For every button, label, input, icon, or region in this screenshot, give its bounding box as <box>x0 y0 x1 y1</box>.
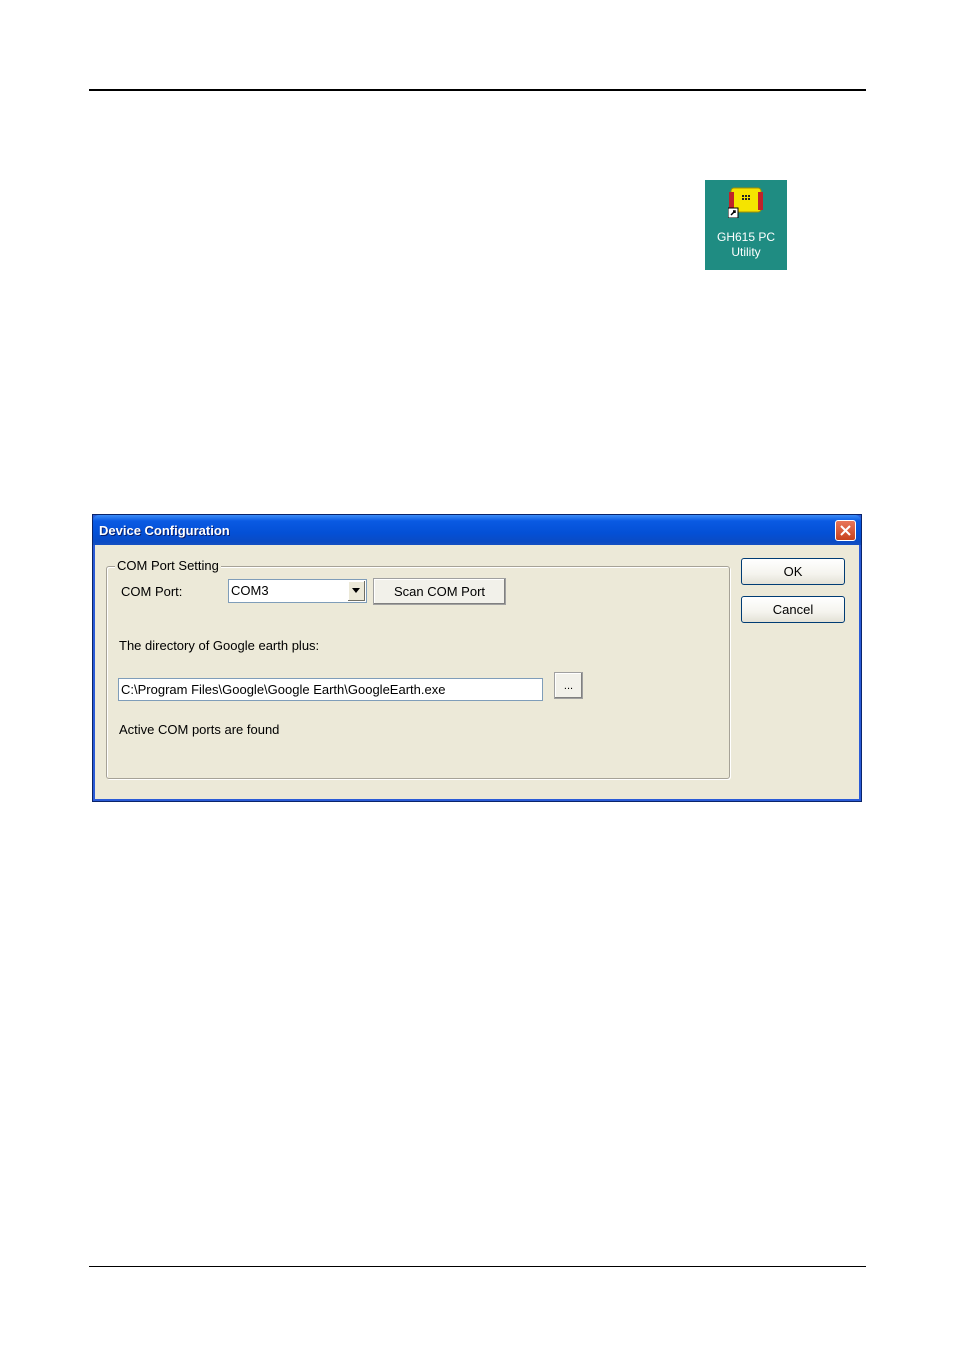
com-port-dropdown-button[interactable] <box>347 581 365 601</box>
com-port-select[interactable]: COM3 <box>228 579 367 603</box>
header-rule <box>89 89 866 91</box>
ok-button[interactable]: OK <box>741 558 845 585</box>
google-earth-path-input[interactable]: C:\Program Files\Google\Google Earth\Goo… <box>118 678 543 701</box>
desktop-shortcut-label-line2: Utility <box>731 245 761 259</box>
com-port-select-value: COM3 <box>231 583 269 598</box>
gps-device-shortcut-icon <box>728 187 763 218</box>
google-earth-path-value: C:\Program Files\Google\Google Earth\Goo… <box>121 682 446 697</box>
desktop-shortcut-label: GH615 PC Utility <box>705 230 787 260</box>
close-button[interactable] <box>835 520 856 541</box>
desktop-shortcut-label-line1: GH615 PC <box>716 230 776 244</box>
dialog-title-bar[interactable]: Device Configuration <box>93 515 861 545</box>
cancel-button[interactable]: Cancel <box>741 596 845 623</box>
device-configuration-dialog: Device Configuration COM Port Setting CO… <box>92 514 862 802</box>
footer-rule <box>89 1266 866 1267</box>
chevron-down-icon <box>352 588 360 593</box>
browse-button[interactable]: ... <box>554 672 583 699</box>
status-text: Active COM ports are found <box>119 722 280 737</box>
desktop-shortcut[interactable]: GH615 PC Utility <box>705 180 787 270</box>
dialog-client-area: COM Port Setting COM Port: COM3 Scan COM… <box>96 545 858 799</box>
google-earth-directory-label: The directory of Google earth plus: <box>119 638 320 653</box>
close-icon <box>840 525 851 536</box>
dialog-title: Device Configuration <box>99 523 230 538</box>
scan-com-port-button[interactable]: Scan COM Port <box>373 578 506 605</box>
com-port-label: COM Port: <box>121 584 183 599</box>
com-port-setting-group-title: COM Port Setting <box>115 558 221 573</box>
